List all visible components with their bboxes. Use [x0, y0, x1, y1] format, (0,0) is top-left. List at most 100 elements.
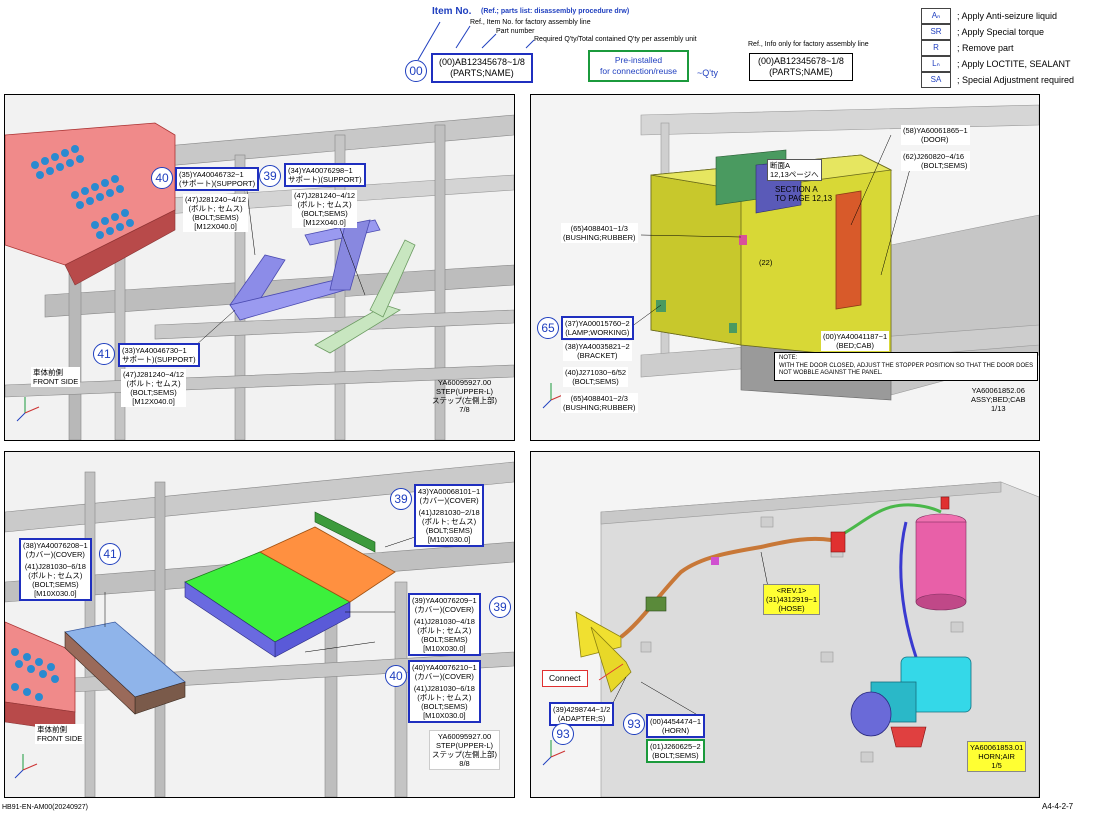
- label-bolt-47-c-line1: (47)J281240~4/12: [123, 370, 185, 379]
- label-support-35-line1: (35)YA40046732~1: [179, 170, 244, 179]
- label-bolt-62-line1: (62)J260820~4/16: [903, 152, 965, 161]
- label-bolt-47-c-line4: [M12X040.0]: [132, 397, 175, 406]
- label-hose-31-line2: (HOSE): [778, 604, 805, 613]
- label-support-34: (34)YA40076298~1 サポート)(SUPPORT): [284, 163, 366, 187]
- drawing-title-block: YA60095927.00 STEP(UPPER-L) ステップ(左側上部) 7…: [430, 377, 499, 415]
- label-cover-38-bolt-line3: (BOLT;SEMS): [32, 580, 79, 589]
- label-bed-cab-00-line2: (BED;CAB): [836, 341, 875, 350]
- label-bolt-47-a-line1: (47)J281240~4/12: [185, 195, 247, 204]
- section-a-jp-line2: 12,13ページへ: [770, 170, 819, 179]
- label-lamp-37-line1: (37)YA00015760~2: [565, 319, 630, 328]
- label-cover-40: (40)YA40076210~1 (カバー)(COVER) (41)J28103…: [408, 660, 481, 723]
- section-a-jp-line1: 断面A: [770, 161, 791, 170]
- drawing-title-2-line2: STEP(UPPER-L): [435, 741, 494, 750]
- panel-bed-cab-1-13: (58)YA60061865~1 (DOOR) (62)J260820~4/16…: [530, 94, 1040, 441]
- cab-title-line1: YA60061852.06: [971, 386, 1025, 395]
- label-cover-39-bolt-line4: [M10X030.0]: [423, 644, 466, 653]
- label-bushing-65-a: (65)4088401~1/3 (BUSHING;RUBBER): [561, 223, 638, 243]
- drawing-title-line4: 7/8: [459, 405, 470, 414]
- label-adapter-39-line2: (ADAPTER;S): [557, 714, 606, 723]
- horn-title-line1: YA60061853.01: [970, 743, 1024, 752]
- label-bolt-62-line2: (BOLT;SEMS): [921, 161, 968, 170]
- item-circle-93-a: 93: [552, 723, 574, 745]
- label-bolt-47-b-line3: (BOLT;SEMS): [301, 209, 348, 218]
- panel-horn-air-1-5: <REV.1> (31)4312919~1 (HOSE) Connect (39…: [530, 451, 1040, 798]
- preinstalled-line2: for connection/reuse: [600, 66, 678, 76]
- label-bolt-47-b: (47)J281240~4/12 (ボルト; セムス) (BOLT;SEMS) …: [292, 190, 358, 228]
- item-circle-65: 65: [537, 317, 559, 339]
- label-cover-39-bolt-line3: (BOLT;SEMS): [421, 635, 468, 644]
- horn-title-line2: HORN;AIR: [978, 752, 1015, 761]
- drawing-title-line1: YA60095927.00: [437, 378, 492, 387]
- label-bolt-47-c: (47)J281240~4/12 (ボルト; セムス) (BOLT;SEMS) …: [121, 369, 187, 407]
- label-bolt-40-line1: (40)J271030~6/52: [565, 368, 627, 377]
- label-lamp-37-line2: (LAMP;WORKING): [565, 328, 630, 337]
- front-side-jp-2: 車体前側: [37, 725, 67, 734]
- drawing-title-block-horn: YA60061853.01 HORN;AIR 1/5: [967, 741, 1027, 772]
- label-cover-43-bolt-line2: (ボルト; セムス): [422, 517, 477, 526]
- item-circle-40: 40: [151, 167, 173, 189]
- label-cover-43-bolt-line4: [M10X030.0]: [427, 535, 471, 544]
- label-bolt-40: (40)J271030~6/52 (BOLT;SEMS): [563, 367, 629, 387]
- front-side-label-2: 車体前側 FRONT SIDE: [35, 724, 85, 744]
- label-bushing-65-a-line2: (BUSHING;RUBBER): [563, 233, 636, 242]
- note-text-line2: NOT WOBBLE AGAINST THE PANEL.: [779, 370, 883, 376]
- drawing-title-2-line1: YA60095927.00: [437, 732, 492, 741]
- legend-code-remove: R: [921, 40, 951, 56]
- label-support-35: (35)YA40046732~1 (サポート)(SUPPORT): [175, 167, 260, 191]
- label-cover-38-bolt-line4: [M10X030.0]: [34, 589, 77, 598]
- label-cover-38-bolt-line1: (41)J281030~6/18: [24, 562, 86, 571]
- item-circle-41-cover: 41: [99, 543, 121, 565]
- drawing-title-line3: ステップ(左側上部): [432, 396, 497, 405]
- panel-step-upper-8-8: 39 43)YA00068101~1 (カバー)(COVER) (41)J281…: [4, 451, 515, 798]
- label-bolt-47-c-line2: (ボルト; セムス): [126, 379, 181, 388]
- label-hose-31-rev: <REV.1>: [776, 586, 807, 595]
- ref-info-note: Ref., Info only for factory assembly lin…: [748, 41, 869, 48]
- sample-part-box: (00)AB12345678~1/8 (PARTS;NAME): [431, 53, 533, 83]
- label-hose-31: <REV.1> (31)4312919~1 (HOSE): [763, 584, 821, 615]
- label-bolt-01-line2: (BOLT;SEMS): [652, 751, 699, 760]
- horn-title-line3: 1/5: [991, 761, 1002, 770]
- label-hose-31-line1: (31)4312919~1: [766, 595, 818, 604]
- label-bolt-47-a-line2: (ボルト; セムス): [188, 204, 243, 213]
- label-cover-40-bolt-line2: (ボルト; セムス): [417, 693, 472, 702]
- sample-item-circle: 00: [405, 60, 427, 82]
- label-bolt-47-b-line2: (ボルト; セムス): [297, 200, 352, 209]
- label-cover-43-bolt-line1: (41)J281030~2/18: [418, 508, 480, 517]
- panel-step-upper-7-8: 40 (35)YA40046732~1 (サポート)(SUPPORT) (47)…: [4, 94, 515, 441]
- label-cover-43-line1: 43)YA00068101~1: [418, 487, 481, 496]
- label-bracket-38-line2: (BRACKET): [577, 351, 618, 360]
- cab-illustration: [531, 95, 1039, 440]
- preinstalled-line1: Pre-installed: [614, 55, 663, 65]
- label-adapter-39: (39)4298744~1/2 (ADAPTER;S): [549, 702, 615, 726]
- cab-title-line2: ASSY;BED;CAB: [971, 395, 1026, 404]
- item-circle-39: 39: [259, 165, 281, 187]
- label-cover-39-line2: (カバー)(COVER): [414, 605, 474, 614]
- label-support-35-line2: (サポート)(SUPPORT): [179, 179, 256, 188]
- label-bolt-62: (62)J260820~4/16 (BOLT;SEMS): [901, 151, 970, 171]
- drawing-title-block-2: YA60095927.00 STEP(UPPER-L) ステップ(左側上部) 8…: [429, 730, 500, 770]
- legend-text-loctite: ; Apply LOCTITE, SEALANT: [957, 59, 1071, 69]
- drawing-title-2-line4: 8/8: [459, 759, 470, 768]
- ref-info-line1: (00)AB12345678~1/8: [758, 56, 844, 66]
- label-support-33: (33)YA40046730~1 サポート)(SUPPORT): [118, 343, 200, 367]
- label-bolt-47-b-line1: (47)J281240~4/12: [294, 191, 356, 200]
- front-side-en-2: FRONT SIDE: [37, 734, 83, 743]
- label-bracket-38-line1: (38)YA40035821~2: [565, 342, 630, 351]
- drawing-title-block-cab: YA60061852.06 ASSY;BED;CAB 1/13: [969, 385, 1028, 414]
- label-cover-43-bolt-line3: (BOLT;SEMS): [425, 526, 473, 535]
- legend-code-anti-seizure: Aₙ: [921, 8, 951, 24]
- label-cover-43-line2: (カバー)(COVER): [419, 496, 479, 505]
- item-circle-93-b: 93: [623, 713, 645, 735]
- label-support-34-line2: サポート)(SUPPORT): [288, 175, 362, 184]
- front-side-jp: 車体前側: [33, 368, 63, 377]
- label-bolt-40-line2: (BOLT;SEMS): [572, 377, 619, 386]
- label-adapter-39-line1: (39)4298744~1/2: [553, 705, 611, 714]
- item-circle-39-top: 39: [390, 488, 412, 510]
- item-circle-39-cover: 39: [489, 596, 511, 618]
- label-cover-40-line1: (40)YA40076210~1: [412, 663, 477, 672]
- qty-mark: ~Q'ty: [697, 68, 718, 78]
- legend-text-special-torque: ; Apply Special torque: [957, 27, 1045, 37]
- label-cover-38-line1: (38)YA40076208~1: [23, 541, 88, 550]
- label-support-33-line2: サポート)(SUPPORT): [122, 355, 196, 364]
